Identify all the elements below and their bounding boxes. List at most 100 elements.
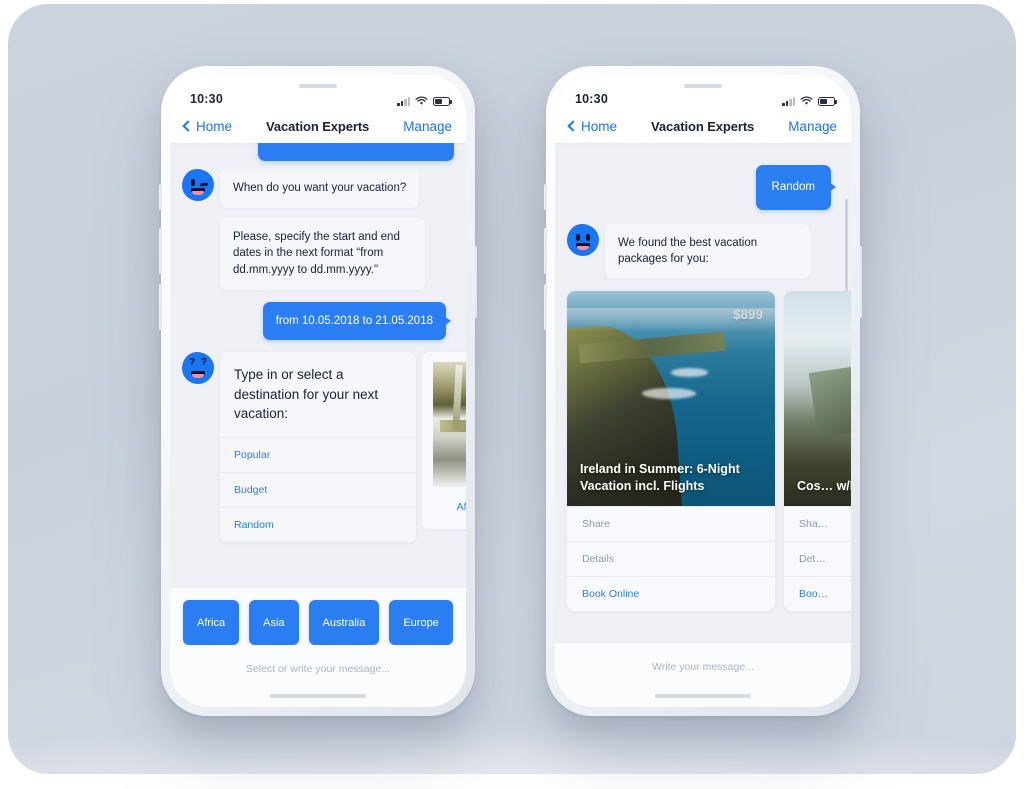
destination-card-label: Africa [456, 501, 466, 514]
notch [651, 75, 755, 97]
manage-button-left[interactable]: Manage [403, 119, 452, 134]
message-row: Please, specify the start and end dates … [170, 217, 466, 290]
selector-option-random[interactable]: Random [220, 506, 416, 542]
phone-button-volume-down[interactable] [544, 284, 547, 330]
message-row: We found the best vacation packages for … [555, 223, 851, 280]
package-action-share[interactable]: Sha… [784, 506, 851, 541]
home-indicator [655, 694, 751, 698]
selector-row: ? ? Type in or select a destination for … [170, 352, 466, 542]
back-button-right[interactable]: Home [567, 118, 618, 134]
question-mark-right: ? [200, 357, 207, 369]
status-bar-left: 10:30 [170, 75, 466, 109]
signal-bars-icon [782, 96, 795, 106]
back-label: Home [581, 118, 618, 134]
destination-selector-card: Type in or select a destination for your… [220, 352, 416, 542]
mouth [576, 242, 590, 250]
quick-reply-australia[interactable]: Australia [308, 600, 380, 645]
package-action-share[interactable]: Share [567, 506, 775, 541]
composer-placeholder: Write your message... [652, 661, 754, 673]
message-bubble-incoming: Please, specify the start and end dates … [220, 217, 425, 290]
wifi-icon [800, 96, 813, 105]
phone-screen-bezel-left: 10:30 Home Vacation Experts Manage When … [170, 75, 466, 707]
status-icons [782, 96, 837, 106]
phone-screen-bezel-right: 10:30 Home Vacation Experts Manage Rando… [555, 75, 851, 707]
message-bubble-outgoing-cutoff [258, 143, 454, 161]
package-price: $899 [732, 307, 763, 323]
package-action-book-online[interactable]: Boo… [784, 576, 851, 611]
status-bar-right: 10:30 [555, 75, 851, 109]
signal-bars-icon [397, 96, 410, 106]
conversation-right[interactable]: Random We found the best vacation packag… [555, 143, 851, 643]
quick-replies-left: Africa Asia Australia Europe [170, 588, 466, 645]
package-cards-carousel[interactable]: $899 Ireland in Summer: 6-Night Vacation… [555, 291, 851, 612]
cliff-ridge [578, 332, 726, 364]
screen-left: 10:30 Home Vacation Experts Manage When … [170, 75, 466, 707]
message-composer-left[interactable]: Select or write your message... [170, 645, 466, 707]
mouth [191, 188, 205, 195]
quick-reply-europe[interactable]: Europe [389, 600, 453, 645]
manage-button-right[interactable]: Manage [788, 119, 837, 134]
status-time: 10:30 [190, 92, 223, 106]
phone-button-volume-down[interactable] [159, 284, 162, 330]
background-card [8, 4, 1016, 774]
package-card-ireland[interactable]: $899 Ireland in Summer: 6-Night Vacation… [567, 291, 775, 612]
home-indicator [270, 694, 366, 698]
quick-reply-africa[interactable]: Africa [183, 600, 240, 645]
quick-reply-asia[interactable]: Asia [249, 600, 299, 645]
phone-button-volume-up[interactable] [544, 228, 547, 274]
screen-right: 10:30 Home Vacation Experts Manage Rando… [555, 75, 851, 707]
back-button-left[interactable]: Home [182, 119, 232, 134]
package-card-costa-rica[interactable]: Cos… w/F… Sha… Det… Boo… [784, 291, 851, 612]
wifi-icon [415, 96, 428, 105]
mouth [191, 371, 205, 379]
sea-foam [671, 368, 709, 377]
notch [266, 75, 370, 97]
package-image-costa-rica: Cos… w/F… [784, 291, 851, 507]
nav-bar-right: Home Vacation Experts Manage [555, 109, 851, 143]
message-bubble-outgoing: from 10.05.2018 to 21.05.2018 [262, 301, 446, 341]
screenshot-root: 10:30 Home Vacation Experts Manage When … [0, 0, 1024, 789]
speaker-grille [684, 84, 722, 88]
message-row: Random [555, 165, 851, 210]
chevron-left-icon [182, 120, 194, 132]
selector-option-popular[interactable]: Popular [220, 436, 416, 472]
package-action-book-online[interactable]: Book Online [567, 576, 775, 611]
eye-left [576, 233, 580, 241]
eye-right [586, 233, 590, 241]
message-bubble-incoming: We found the best vacation packages for … [605, 223, 810, 280]
selector-prompt: Type in or select a destination for your… [234, 367, 379, 421]
package-image-ireland: $899 Ireland in Summer: 6-Night Vacation… [567, 291, 775, 507]
package-action-details[interactable]: Det… [784, 541, 851, 576]
eye-left [191, 179, 195, 186]
bot-avatar-wink-icon [182, 169, 214, 201]
phone-button-mute[interactable] [544, 184, 547, 210]
destination-selector: Type in or select a destination for your… [220, 352, 466, 542]
bot-avatar-smile-icon [567, 223, 599, 256]
phone-device-left: 10:30 Home Vacation Experts Manage When … [159, 66, 477, 716]
package-title: Ireland in Summer: 6-Night Vacation incl… [580, 462, 740, 494]
status-icons [397, 96, 452, 106]
message-row: When do you want your vacation? [170, 169, 466, 208]
destination-thumbnail-image [433, 362, 466, 488]
phone-button-power[interactable] [859, 246, 862, 318]
page-title-left: Vacation Experts [266, 118, 370, 134]
message-row: from 10.05.2018 to 21.05.2018 [170, 301, 466, 341]
eye-right-wink [199, 182, 209, 187]
phone-button-mute[interactable] [159, 184, 162, 210]
sea-foam [641, 387, 696, 399]
question-mark-left: ? [189, 357, 196, 369]
chevron-left-icon [567, 120, 579, 132]
speaker-grille [299, 84, 337, 88]
message-composer-right[interactable]: Write your message... [555, 643, 851, 707]
composer-placeholder: Select or write your message... [245, 663, 391, 675]
package-title: Cos… w/F… [797, 479, 851, 494]
conversation-left[interactable]: When do you want your vacation? Please, … [170, 143, 466, 588]
phone-device-right: 10:30 Home Vacation Experts Manage Rando… [544, 66, 862, 716]
status-time: 10:30 [575, 92, 608, 106]
phone-button-volume-up[interactable] [159, 228, 162, 274]
battery-icon [818, 96, 837, 106]
selector-option-budget[interactable]: Budget [220, 471, 416, 507]
phone-button-power[interactable] [474, 246, 477, 318]
destination-card-africa[interactable]: Africa [422, 352, 466, 530]
package-action-details[interactable]: Details [567, 541, 775, 576]
